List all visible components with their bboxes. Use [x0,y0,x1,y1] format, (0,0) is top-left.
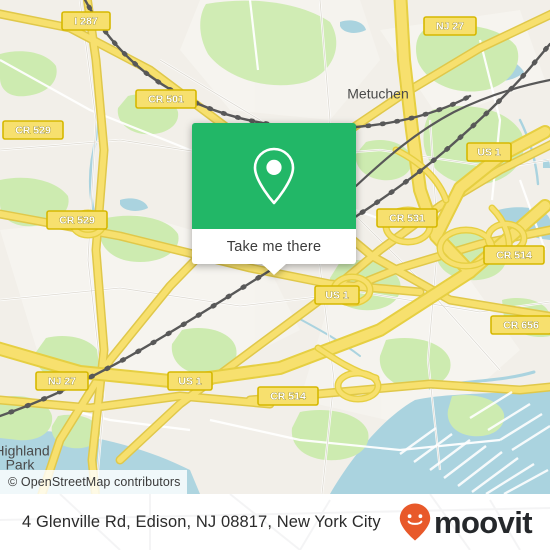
road-shield: NJ 27 [423,16,477,36]
road-shield: CR 529 [2,120,64,140]
take-me-there-label: Take me there [226,238,322,255]
popup-header [192,123,356,229]
road-shield-label: I 287 [74,15,98,27]
road-shield-label: CR 656 [503,319,539,331]
footer-bar: 4 Glenville Rd, Edison, NJ 08817, New Yo… [0,494,550,550]
road-shield-label: NJ 27 [48,375,76,387]
road-shield-label: CR 514 [496,249,532,261]
road-shield-label: US 1 [477,146,501,158]
popup-tail [262,264,286,275]
road-shield: CR 514 [257,386,319,406]
road-shield: CR 531 [376,208,438,228]
road-shield-label: CR 531 [389,212,425,224]
road-shield-label: CR 529 [15,124,51,136]
road-shield-label: US 1 [325,289,349,301]
osm-attribution-text: © OpenStreetMap contributors [8,475,181,489]
road-shield: CR 656 [490,315,550,335]
road-shield: US 1 [314,285,360,305]
popup-action-bar[interactable]: Take me there [192,229,356,264]
road-shield-label: CR 529 [59,214,95,226]
place-label: Metuchen [347,86,408,102]
moovit-map-screenshot: Metuchen Highland Park I 287 NJ 27 [0,0,550,550]
road-shield-label: US 1 [178,375,202,387]
moovit-logo[interactable]: moovit [398,502,533,542]
road-shield-label: NJ 27 [436,20,464,32]
road-shield: US 1 [167,371,213,391]
map-pin-icon [253,147,295,205]
osm-attribution[interactable]: © OpenStreetMap contributors [0,470,187,494]
location-popup-card[interactable]: Take me there [192,123,356,275]
road-shield: US 1 [466,142,512,162]
road-shield: NJ 27 [35,371,89,391]
road-shield: CR 501 [135,89,197,109]
moovit-wordmark: moovit [433,504,533,540]
road-shield: CR 514 [483,245,545,265]
moovit-pin-icon [399,503,431,541]
road-shield: CR 529 [46,210,108,230]
road-shield-label: CR 501 [148,93,184,105]
address-text: 4 Glenville Rd, Edison, NJ 08817, New Yo… [22,512,381,531]
road-shield: I 287 [61,11,111,31]
road-shield-label: CR 514 [270,390,306,402]
